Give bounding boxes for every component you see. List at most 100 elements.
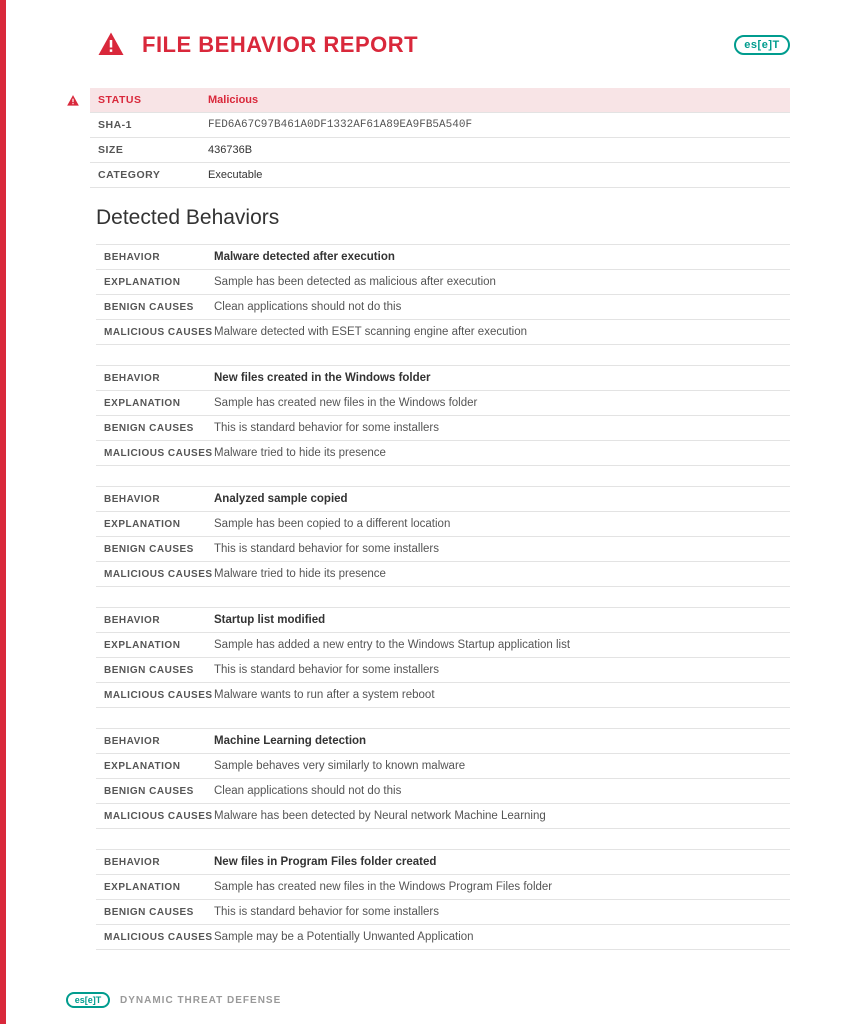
row-label: EXPLANATION bbox=[104, 398, 214, 409]
summary-table: STATUS Malicious SHA-1 FED6A67C97B461A0D… bbox=[90, 88, 790, 188]
table-row: EXPLANATIONSample has added a new entry … bbox=[96, 633, 790, 658]
row-label: MALICIOUS CAUSES bbox=[104, 690, 214, 701]
table-row: BENIGN CAUSESThis is standard behavior f… bbox=[96, 537, 790, 562]
behavior-title: New files created in the Windows folder bbox=[214, 372, 431, 384]
behavior-block: BEHAVIORMalware detected after execution… bbox=[96, 244, 790, 345]
behavior-benign: This is standard behavior for some insta… bbox=[214, 422, 439, 434]
size-row: SIZE 436736B bbox=[90, 138, 790, 163]
behavior-explanation: Sample has created new files in the Wind… bbox=[214, 397, 477, 409]
behavior-block: BEHAVIORMachine Learning detectionEXPLAN… bbox=[96, 728, 790, 829]
behavior-malicious: Malware tried to hide its presence bbox=[214, 568, 386, 580]
row-label: BENIGN CAUSES bbox=[104, 544, 214, 555]
category-value: Executable bbox=[200, 163, 790, 188]
table-row: BEHAVIORStartup list modified bbox=[96, 608, 790, 633]
table-row: EXPLANATIONSample has created new files … bbox=[96, 875, 790, 900]
category-label: CATEGORY bbox=[90, 163, 200, 188]
page-title: FILE BEHAVIOR REPORT bbox=[142, 32, 418, 58]
behavior-benign: This is standard behavior for some insta… bbox=[214, 543, 439, 555]
table-row: MALICIOUS CAUSESMalware wants to run aft… bbox=[96, 683, 790, 708]
summary-section: STATUS Malicious SHA-1 FED6A67C97B461A0D… bbox=[66, 88, 790, 188]
mini-alert-icon bbox=[66, 94, 80, 108]
row-label: BENIGN CAUSES bbox=[104, 423, 214, 434]
report-page: FILE BEHAVIOR REPORT es[e]T STATUS Malic… bbox=[0, 0, 850, 1024]
row-label: BEHAVIOR bbox=[104, 373, 214, 384]
behavior-explanation: Sample has created new files in the Wind… bbox=[214, 881, 552, 893]
status-value: Malicious bbox=[200, 88, 790, 113]
table-row: BENIGN CAUSESClean applications should n… bbox=[96, 295, 790, 320]
table-row: MALICIOUS CAUSESMalware tried to hide it… bbox=[96, 562, 790, 587]
row-label: BENIGN CAUSES bbox=[104, 786, 214, 797]
behavior-title: New files in Program Files folder create… bbox=[214, 856, 436, 868]
row-label: BENIGN CAUSES bbox=[104, 665, 214, 676]
table-row: MALICIOUS CAUSESMalware tried to hide it… bbox=[96, 441, 790, 466]
table-row: BEHAVIORNew files in Program Files folde… bbox=[96, 850, 790, 875]
footer-text: DYNAMIC THREAT DEFENSE bbox=[120, 995, 281, 1006]
footer: es[e]T DYNAMIC THREAT DEFENSE bbox=[66, 992, 281, 1008]
table-row: MALICIOUS CAUSESMalware has been detecte… bbox=[96, 804, 790, 829]
eset-logo: es[e]T bbox=[734, 35, 790, 55]
table-row: BENIGN CAUSESThis is standard behavior f… bbox=[96, 416, 790, 441]
behavior-block: BEHAVIORNew files in Program Files folde… bbox=[96, 849, 790, 950]
behavior-explanation: Sample has been copied to a different lo… bbox=[214, 518, 450, 530]
table-row: EXPLANATIONSample has created new files … bbox=[96, 391, 790, 416]
report-header: FILE BEHAVIOR REPORT es[e]T bbox=[66, 30, 790, 60]
behavior-malicious: Malware detected with ESET scanning engi… bbox=[214, 326, 527, 338]
sha1-label: SHA-1 bbox=[90, 113, 200, 138]
table-row: EXPLANATIONSample has been detected as m… bbox=[96, 270, 790, 295]
behavior-explanation: Sample behaves very similarly to known m… bbox=[214, 760, 465, 772]
status-row: STATUS Malicious bbox=[90, 88, 790, 113]
row-label: BEHAVIOR bbox=[104, 494, 214, 505]
row-label: MALICIOUS CAUSES bbox=[104, 327, 214, 338]
row-label: EXPLANATION bbox=[104, 882, 214, 893]
table-row: EXPLANATIONSample behaves very similarly… bbox=[96, 754, 790, 779]
table-row: BEHAVIORMachine Learning detection bbox=[96, 729, 790, 754]
behavior-malicious: Malware tried to hide its presence bbox=[214, 447, 386, 459]
alert-triangle-icon bbox=[96, 30, 126, 60]
status-label: STATUS bbox=[90, 88, 200, 113]
table-row: MALICIOUS CAUSESSample may be a Potentia… bbox=[96, 925, 790, 950]
table-row: BENIGN CAUSESThis is standard behavior f… bbox=[96, 900, 790, 925]
behaviors-container: BEHAVIORMalware detected after execution… bbox=[66, 244, 790, 950]
row-label: EXPLANATION bbox=[104, 761, 214, 772]
sha1-value: FED6A67C97B461A0DF1332AF61A89EA9FB5A540F bbox=[200, 113, 790, 138]
behavior-block: BEHAVIORStartup list modifiedEXPLANATION… bbox=[96, 607, 790, 708]
category-row: CATEGORY Executable bbox=[90, 163, 790, 188]
table-row: BENIGN CAUSESThis is standard behavior f… bbox=[96, 658, 790, 683]
table-row: EXPLANATIONSample has been copied to a d… bbox=[96, 512, 790, 537]
behavior-block: BEHAVIORAnalyzed sample copied EXPLANATIO… bbox=[96, 486, 790, 587]
row-label: EXPLANATION bbox=[104, 519, 214, 530]
row-label: EXPLANATION bbox=[104, 640, 214, 651]
behavior-benign: This is standard behavior for some insta… bbox=[214, 664, 439, 676]
behavior-title: Startup list modified bbox=[214, 614, 325, 626]
size-label: SIZE bbox=[90, 138, 200, 163]
behavior-title: Analyzed sample copied bbox=[214, 493, 348, 505]
behavior-benign: Clean applications should not do this bbox=[214, 785, 401, 797]
row-label: MALICIOUS CAUSES bbox=[104, 569, 214, 580]
behavior-malicious: Sample may be a Potentially Unwanted App… bbox=[214, 931, 474, 943]
behavior-explanation: Sample has been detected as malicious af… bbox=[214, 276, 496, 288]
behavior-benign: This is standard behavior for some insta… bbox=[214, 906, 439, 918]
row-label: BENIGN CAUSES bbox=[104, 302, 214, 313]
behavior-title: Machine Learning detection bbox=[214, 735, 366, 747]
section-title: Detected Behaviors bbox=[96, 206, 790, 230]
size-value: 436736B bbox=[200, 138, 790, 163]
row-label: BENIGN CAUSES bbox=[104, 907, 214, 918]
row-label: MALICIOUS CAUSES bbox=[104, 932, 214, 943]
table-row: BEHAVIORMalware detected after execution bbox=[96, 245, 790, 270]
table-row: MALICIOUS CAUSESMalware detected with ES… bbox=[96, 320, 790, 345]
row-label: BEHAVIOR bbox=[104, 736, 214, 747]
row-label: BEHAVIOR bbox=[104, 615, 214, 626]
row-label: MALICIOUS CAUSES bbox=[104, 811, 214, 822]
sha1-row: SHA-1 FED6A67C97B461A0DF1332AF61A89EA9FB… bbox=[90, 113, 790, 138]
row-label: MALICIOUS CAUSES bbox=[104, 448, 214, 459]
behavior-title: Malware detected after execution bbox=[214, 251, 395, 263]
header-left: FILE BEHAVIOR REPORT bbox=[96, 30, 418, 60]
behavior-benign: Clean applications should not do this bbox=[214, 301, 401, 313]
behavior-block: BEHAVIORNew files created in the Windows… bbox=[96, 365, 790, 466]
table-row: BEHAVIORNew files created in the Windows… bbox=[96, 366, 790, 391]
behavior-explanation: Sample has added a new entry to the Wind… bbox=[214, 639, 570, 651]
row-label: EXPLANATION bbox=[104, 277, 214, 288]
behavior-malicious: Malware wants to run after a system rebo… bbox=[214, 689, 435, 701]
behavior-malicious: Malware has been detected by Neural netw… bbox=[214, 810, 546, 822]
row-label: BEHAVIOR bbox=[104, 252, 214, 263]
